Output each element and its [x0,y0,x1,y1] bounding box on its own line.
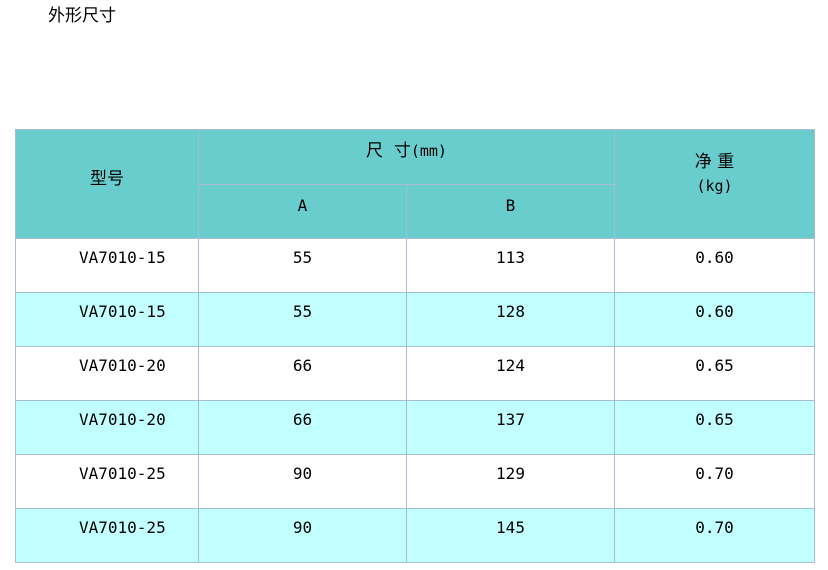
weight-cell: 0.60 [614,238,815,293]
a-value-cell-text: 66 [292,410,313,429]
b-value-cell-text: 124 [496,356,525,375]
header-dimension: 尺 寸(mm) [198,129,615,185]
a-value-cell: 66 [198,346,407,401]
header-weight-unit: (kg) [696,177,733,195]
table-row: VA7010-15 55 113 0.60 [15,238,815,293]
b-value-cell: 137 [406,400,615,455]
model-cell-text: VA7010-20 [79,410,166,429]
model-cell-text: VA7010-15 [79,248,166,267]
header-col-a-label: A [297,195,308,215]
table-row: VA7010-20 66 124 0.65 [15,346,815,401]
weight-cell: 0.70 [614,508,815,563]
model-cell: VA7010-15 [15,292,199,347]
header-col-b: B [406,183,615,239]
weight-cell-text: 0.60 [695,248,734,267]
b-value-cell: 128 [406,292,615,347]
table-row: VA7010-15 55 128 0.60 [15,292,815,347]
b-value-cell-text: 137 [496,410,525,429]
header-weight: 净 重 (kg) [614,129,815,239]
b-value-cell: 129 [406,454,615,509]
b-value-cell-text: 129 [496,464,525,483]
model-cell: VA7010-25 [15,508,199,563]
header-dimension-unit: (mm) [410,142,447,161]
model-cell: VA7010-25 [15,454,199,509]
a-value-cell: 90 [198,454,407,509]
a-value-cell-text: 55 [292,302,313,321]
a-value-cell-text: 55 [292,248,313,267]
table-body: VA7010-15 55 113 0.60 VA7010-15 55 128 0.60 VA70… [15,238,815,563]
a-value-cell: 90 [198,508,407,563]
b-value-cell: 113 [406,238,615,293]
weight-cell: 0.65 [614,346,815,401]
header-col-b-label: B [505,195,516,215]
weight-cell-text: 0.65 [695,410,734,429]
weight-cell: 0.60 [614,292,815,347]
dimensions-table: 型号 尺 寸(mm) 净 重 (kg) A B VA7010-15 55 113… [15,129,815,563]
model-cell-text: VA7010-25 [79,518,166,537]
header-model-label: 型号 [90,168,124,189]
weight-cell: 0.65 [614,400,815,455]
table-row: VA7010-20 66 137 0.65 [15,400,815,455]
a-value-cell: 66 [198,400,407,455]
table-row: VA7010-25 90 145 0.70 [15,508,815,563]
weight-cell-text: 0.65 [695,356,734,375]
b-value-cell-text: 145 [496,518,525,537]
model-cell: VA7010-20 [15,346,199,401]
page-title: 外形尺寸 [48,6,116,26]
header-row-top: 型号 尺 寸(mm) 净 重 (kg) [15,129,815,239]
model-cell: VA7010-20 [15,400,199,455]
b-value-cell: 124 [406,346,615,401]
weight-cell-text: 0.70 [695,518,734,537]
weight-cell-text: 0.70 [695,464,734,483]
model-cell-text: VA7010-20 [79,356,166,375]
header-model: 型号 [15,129,199,239]
a-value-cell-text: 66 [292,356,313,375]
header-weight-label: 净 重 [694,152,735,172]
b-value-cell: 145 [406,508,615,563]
a-value-cell: 55 [198,238,407,293]
a-value-cell-text: 90 [292,518,313,537]
table-row: VA7010-25 90 129 0.70 [15,454,815,509]
model-cell-text: VA7010-15 [79,302,166,321]
header-dimension-label: 尺 寸 [366,141,411,162]
model-cell-text: VA7010-25 [79,464,166,483]
header-col-a: A [198,183,407,239]
a-value-cell-text: 90 [292,464,313,483]
b-value-cell-text: 113 [496,248,525,267]
weight-cell-text: 0.60 [695,302,734,321]
b-value-cell-text: 128 [496,302,525,321]
weight-cell: 0.70 [614,454,815,509]
model-cell: VA7010-15 [15,238,199,293]
a-value-cell: 55 [198,292,407,347]
